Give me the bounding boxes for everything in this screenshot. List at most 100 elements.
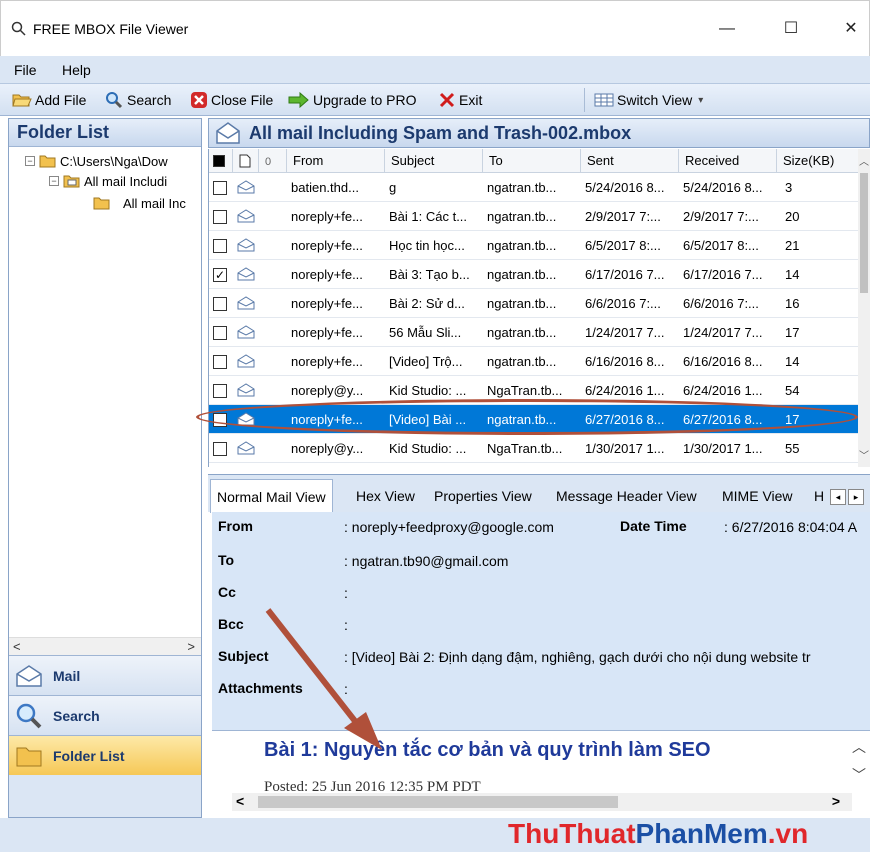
column-from[interactable]: From	[287, 149, 385, 173]
subject-label: Subject	[218, 648, 269, 664]
envelope-icon	[237, 209, 255, 223]
table-row[interactable]: noreply@y... Kid Studio: ... NgaTran.tb...…	[209, 434, 859, 463]
column-size[interactable]: Size(KB)	[777, 149, 859, 173]
nav-search-button[interactable]: Search	[9, 695, 201, 735]
row-checkbox[interactable]	[213, 442, 227, 456]
cell-to: NgaTran.tb...	[487, 441, 563, 456]
switch-view-button[interactable]: Switch View ▾	[594, 90, 703, 110]
nav-folder-list-button[interactable]: Folder List	[9, 735, 201, 775]
menu-file[interactable]: File	[14, 62, 37, 78]
scroll-right-arrow[interactable]: >	[187, 639, 195, 654]
tab-normal-mail-view[interactable]: Normal Mail View	[210, 479, 333, 513]
row-checkbox[interactable]	[213, 297, 227, 311]
window-title: FREE MBOX File Viewer	[33, 21, 189, 37]
add-file-button[interactable]: Add File	[12, 90, 86, 110]
row-checkbox[interactable]: ✓	[213, 268, 227, 282]
cell-sent: 6/17/2016 7...	[585, 267, 665, 282]
row-checkbox[interactable]	[213, 210, 227, 224]
column-read-icon[interactable]	[233, 149, 259, 173]
envelope-icon	[237, 238, 255, 252]
nav-search-label: Search	[53, 707, 100, 724]
cell-subject: Học tin học...	[389, 238, 465, 253]
tab-properties-view[interactable]: Properties View	[428, 479, 538, 513]
cell-to: ngatran.tb...	[487, 238, 557, 253]
tree-item-mbox[interactable]: − All mail Includi	[49, 171, 167, 191]
body-scroll-up-arrow[interactable]: ︿	[852, 737, 866, 757]
cell-subject: Kid Studio: ...	[389, 441, 467, 456]
row-checkbox[interactable]	[213, 384, 227, 398]
column-to[interactable]: To	[483, 149, 581, 173]
close-window-button[interactable]: ✕	[831, 15, 870, 43]
table-row[interactable]: noreply+fe... [Video] Trộ... ngatran.tb...…	[209, 347, 859, 376]
cell-sent: 6/5/2017 8:...	[585, 238, 661, 253]
column-subject[interactable]: Subject	[385, 149, 483, 173]
cell-size: 16	[785, 296, 800, 311]
tab-message-header-view[interactable]: Message Header View	[550, 479, 703, 513]
scroll-up-arrow[interactable]: ︿	[858, 153, 870, 168]
tab-html-view[interactable]: H	[808, 479, 830, 513]
upgrade-button[interactable]: Upgrade to PRO	[288, 90, 417, 110]
scrollbar-thumb[interactable]	[860, 173, 868, 293]
nav-mail-button[interactable]: Mail	[9, 655, 201, 695]
table-row[interactable]: ✓ noreply+fe... Bài 3: Tạo b... ngatran.tb.…	[209, 260, 859, 289]
column-sent[interactable]: Sent	[581, 149, 679, 173]
table-row[interactable]: batien.thd... g ngatran.tb... 5/24/2016 8..…	[209, 173, 859, 202]
tab-hex-view[interactable]: Hex View	[350, 479, 421, 513]
mailbox-title: All mail Including Spam and Trash-002.mb…	[249, 122, 632, 143]
minimize-button[interactable]: —	[707, 15, 747, 43]
close-file-button[interactable]: Close File	[190, 90, 273, 110]
menu-help[interactable]: Help	[62, 62, 91, 78]
tree-horizontal-scrollbar[interactable]: < >	[9, 637, 201, 655]
select-all-checkbox[interactable]	[209, 149, 233, 173]
body-scroll-right-arrow[interactable]: >	[832, 793, 840, 809]
cell-from: noreply+fe...	[291, 296, 363, 311]
tree-item-root[interactable]: − C:\Users\Nga\Dow	[25, 151, 168, 171]
add-file-label: Add File	[35, 92, 87, 108]
folder-open-icon	[39, 155, 56, 168]
attachments-label: Attachments	[218, 680, 303, 696]
table-row[interactable]: noreply+fe... Bài 2: Sử d... ngatran.tb...…	[209, 289, 859, 318]
body-horizontal-scrollbar[interactable]: < >	[232, 793, 852, 811]
toolbar-separator	[584, 88, 585, 112]
nav-folder-list-label: Folder List	[53, 747, 125, 764]
body-scroll-left-arrow[interactable]: <	[236, 793, 244, 809]
message-body: Bài 1: Nguyên tắc cơ bản và quy trình là…	[212, 730, 870, 814]
email-list-scrollbar[interactable]: ︿ ﹀	[858, 149, 870, 467]
magnifier-icon	[16, 703, 42, 728]
highlight-oval	[196, 399, 858, 435]
tab-mime-view[interactable]: MIME View	[716, 479, 799, 513]
cell-subject: Bài 1: Các t...	[389, 209, 468, 224]
collapse-icon[interactable]: −	[49, 176, 59, 186]
search-button[interactable]: Search	[104, 90, 171, 110]
tree-item-label: All mail Includi	[84, 173, 168, 189]
table-row[interactable]: noreply+fe... Học tin học... ngatran.tb...…	[209, 231, 859, 260]
close-file-icon	[191, 92, 207, 108]
search-app-icon	[11, 21, 26, 36]
cell-subject: g	[389, 180, 397, 195]
cell-sent: 6/16/2016 8...	[585, 354, 665, 369]
table-row[interactable]: noreply+fe... 56 Mẫu Sli... ngatran.tb... 1…	[209, 318, 859, 347]
column-received[interactable]: Received	[679, 149, 777, 173]
tab-next-arrow[interactable]: ▸	[848, 489, 864, 505]
mbox-folder-icon	[63, 175, 80, 188]
row-checkbox[interactable]	[213, 326, 227, 340]
tree-item-label: All mail Inc	[123, 195, 186, 211]
row-checkbox[interactable]	[213, 239, 227, 253]
mail-envelope-icon	[216, 122, 240, 144]
scroll-down-arrow[interactable]: ﹀	[858, 447, 870, 462]
row-checkbox[interactable]	[213, 355, 227, 369]
collapse-icon[interactable]: −	[25, 156, 35, 166]
body-scrollbar-thumb[interactable]	[258, 796, 618, 808]
column-attachment[interactable]: 0	[259, 149, 287, 173]
body-scroll-down-arrow[interactable]: ﹀	[852, 765, 866, 785]
tree-item-folder[interactable]: All mail Inc	[93, 193, 186, 213]
scroll-left-arrow[interactable]: <	[13, 639, 21, 654]
tab-prev-arrow[interactable]: ◂	[830, 489, 846, 505]
table-row[interactable]: noreply+fe... Bài 1: Các t... ngatran.tb..…	[209, 202, 859, 231]
maximize-button[interactable]: ☐	[771, 15, 811, 43]
cell-to: ngatran.tb...	[487, 180, 557, 195]
row-checkbox[interactable]	[213, 181, 227, 195]
cell-size: 14	[785, 354, 800, 369]
exit-button[interactable]: Exit	[438, 90, 482, 110]
cell-from: noreply+fe...	[291, 325, 363, 340]
